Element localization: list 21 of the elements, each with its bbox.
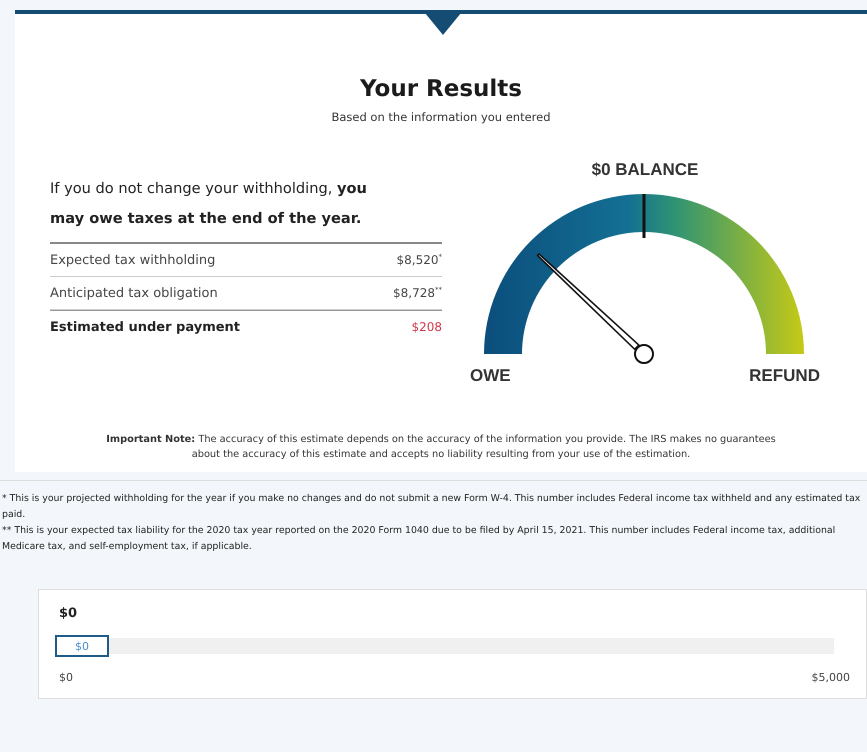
results-title: Your Results xyxy=(360,76,522,102)
min-label: $0 xyxy=(59,671,73,684)
row-label: Anticipated tax obligation xyxy=(50,286,218,300)
row-amount: $8,728$^{**}$ xyxy=(393,286,442,300)
slider-value-label: $0 xyxy=(59,606,78,621)
balance-label: $0 BALANCE xyxy=(592,160,698,180)
footnote: ** This is your expected tax liability for the 2020 tax year reported on the 2020 Form 1040 due to be filed by April 15, 2021. This number includes Federal income tax, additional Medicare tax, and self-employment tax, if applicable. xyxy=(2,524,836,554)
row-amount: $208 xyxy=(411,320,442,334)
row-label: Expected tax withholding xyxy=(50,252,216,268)
owe-label: OWE xyxy=(470,366,511,386)
zero-tick xyxy=(642,194,646,238)
footnote: * This is your projected withholding for the year if you make no changes and do not submit a new Form W-4. This number includes Federal income tax withheld and any estimated tax paid. xyxy=(2,492,861,522)
row-amount: $8,520$^{*}$ xyxy=(396,253,442,267)
slider-track[interactable]: $0 xyxy=(55,635,834,657)
important-note: Important Note: The accuracy of this estimate depends on the accuracy of the information you provide. The IRS makes no guarantees about the accuracy of this estimate and accepts no liability resulting from your use of the estimation. xyxy=(105,433,777,462)
max-label: $5,000 xyxy=(812,671,850,684)
row-label: Estimated under payment xyxy=(50,320,240,334)
withholding-message: If you do not change your withholding, you may owe taxes at the end of the year. xyxy=(50,174,442,244)
refund-label: REFUND xyxy=(749,366,820,386)
amount-input[interactable]: $0 xyxy=(55,635,109,657)
results-subtitle: Based on the information you entered xyxy=(331,110,551,124)
